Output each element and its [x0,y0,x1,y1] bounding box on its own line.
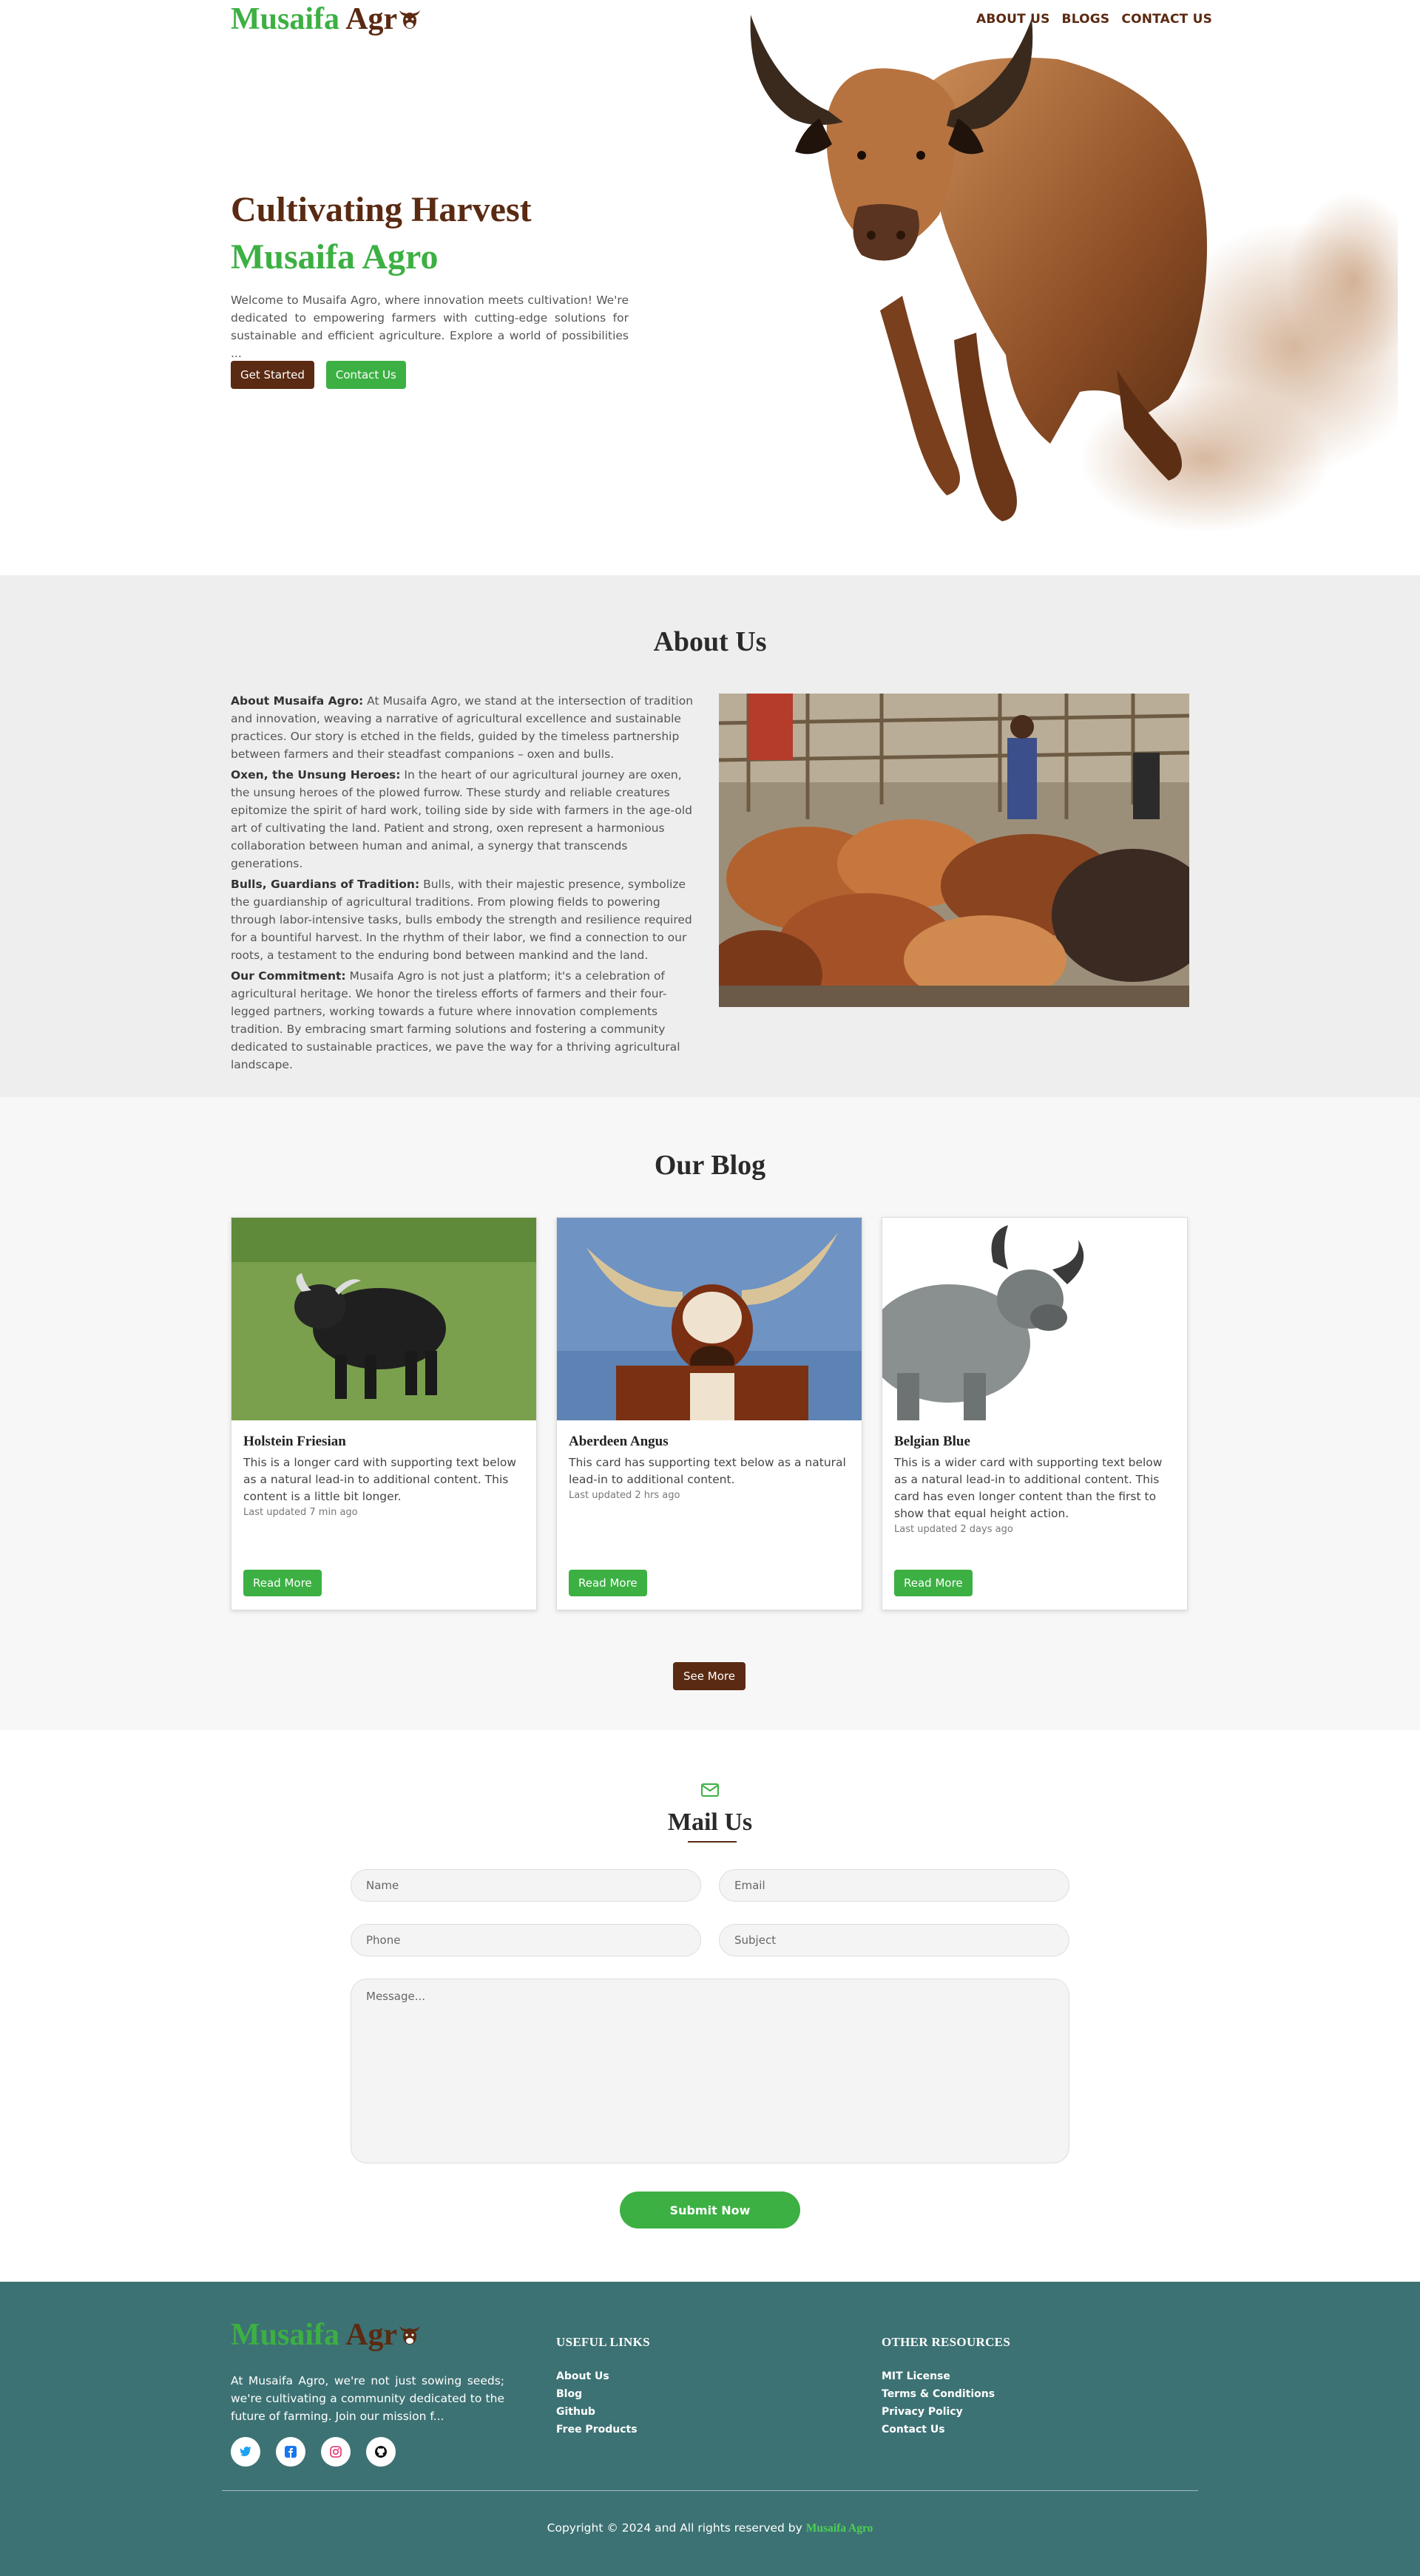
hero-title-line2: Musaifa Agro [231,237,439,277]
card-title: Aberdeen Angus [569,1434,669,1449]
card-title: Holstein Friesian [243,1434,346,1449]
instagram-icon[interactable] [321,2437,351,2467]
see-more-button[interactable]: See More [673,1662,746,1690]
card-text: This is a wider card with supporting tex… [894,1456,1163,1520]
blog-card: Belgian Blue This is a wider card with s… [882,1217,1188,1610]
read-more-button[interactable]: Read More [243,1570,322,1596]
belgian-blue-photo [882,1218,1187,1420]
logo-text-brown: Agr [345,2,398,36]
card-updated: Last updated 2 days ago [894,1524,1013,1535]
card-text: This card has supporting text below as a… [569,1456,846,1486]
footer-link-free-products[interactable]: Free Products [556,2421,650,2438]
message-field[interactable] [351,1979,1069,2163]
blog-card: Holstein Friesian This is a longer card … [231,1217,537,1610]
footer-link-contact-us[interactable]: Contact Us [882,2421,1010,2438]
logo-text-green: Musaifa [231,2,339,36]
card-title: Belgian Blue [894,1434,970,1449]
mail-title: Mail Us [667,1809,753,1836]
useful-links-title: USEFUL LINKS [556,2335,650,2349]
hero-buttons: Get Started Contact Us [231,361,406,389]
subject-field[interactable] [719,1924,1069,1956]
blog-cards: Holstein Friesian This is a longer card … [231,1217,1188,1610]
social-links [231,2437,396,2467]
other-resources: OTHER RESOURCES MIT License Terms & Cond… [882,2335,1010,2438]
footer-divider [222,2490,1198,2491]
about-title: About Us [653,626,767,657]
footer-link-privacy[interactable]: Privacy Policy [882,2403,1010,2421]
read-more-button[interactable]: Read More [894,1570,973,1596]
useful-links: USEFUL LINKS About Us Blog Github Free P… [556,2335,650,2438]
phone-field[interactable] [351,1924,701,1956]
footer-link-github[interactable]: Github [556,2403,650,2421]
footer-logo[interactable]: Musaifa Agr [231,2317,422,2353]
card-body: Belgian Blue This is a wider card with s… [882,1420,1187,1535]
get-started-button[interactable]: Get Started [231,361,314,389]
about-paragraph: About Musaifa Agro: At Musaifa Agro, we … [231,694,694,761]
about-text: About Musaifa Agro: At Musaifa Agro, we … [231,692,698,1077]
mail-section: Mail Us Submit Now [0,1730,1420,2282]
blog-section: Our Blog Holstein Friesian This is a lon… [0,1097,1420,1730]
aberdeen-angus-photo [557,1218,862,1420]
holstein-friesian-photo [231,1218,536,1420]
about-section: About Us About Musaifa Agro: At Musaifa … [0,575,1420,1097]
other-resources-title: OTHER RESOURCES [882,2335,1011,2349]
facebook-icon[interactable] [276,2437,305,2467]
bull-head-icon [399,2326,421,2345]
hero-section: Musaifa Agr ABOUT US BLOGS CONTACT US Cu… [0,0,1420,575]
copyright-brand[interactable]: Musaifa Agro [806,2522,873,2535]
about-paragraph: Oxen, the Unsung Heroes: In the heart of… [231,768,692,870]
footer-about-text: At Musaifa Agro, we're not just sowing s… [231,2374,504,2423]
about-paragraph: Bulls, Guardians of Tradition: Bulls, wi… [231,878,692,962]
site-footer: Musaifa Agr At Musaifa Agro, we're not j… [0,2282,1420,2576]
site-logo[interactable]: Musaifa Agr [231,1,422,37]
card-body: Aberdeen Angus This card has supporting … [557,1420,862,1501]
contact-us-button[interactable]: Contact Us [325,361,406,389]
card-updated: Last updated 7 min ago [243,1507,358,1518]
hero-description: Welcome to Musaifa Agro, where innovatio… [231,294,629,360]
card-text: This is a longer card with supporting te… [243,1456,517,1503]
footer-link-about-us[interactable]: About Us [556,2367,650,2385]
hero-title-line1: Cultivating Harvest [231,190,532,229]
bull-head-icon [399,10,421,29]
email-field[interactable] [719,1869,1069,1902]
footer-link-blog[interactable]: Blog [556,2385,650,2403]
read-more-button[interactable]: Read More [569,1570,647,1596]
twitter-icon[interactable] [231,2437,260,2467]
logo-text-green: Musaifa [231,2318,339,2352]
github-icon[interactable] [366,2437,396,2467]
blog-card: Aberdeen Angus This card has supporting … [556,1217,862,1610]
title-underline [688,1841,737,1843]
envelope-icon [701,1783,719,1797]
hero-bull-image [750,15,1398,532]
copyright: Copyright © 2024 and All rights reserved… [547,2521,873,2535]
footer-link-mit-license[interactable]: MIT License [882,2367,1010,2385]
about-paragraph: Our Commitment: Musaifa Agro is not just… [231,969,680,1071]
footer-link-terms[interactable]: Terms & Conditions [882,2385,1010,2403]
hero-title: Cultivating Harvest Musaifa Agro [231,186,532,281]
name-field[interactable] [351,1869,701,1902]
blog-title: Our Blog [654,1150,766,1181]
submit-button[interactable]: Submit Now [620,2192,800,2228]
card-body: Holstein Friesian This is a longer card … [231,1420,536,1518]
card-updated: Last updated 2 hrs ago [569,1490,680,1501]
cattle-market-photo [719,694,1189,1007]
logo-text-brown: Agr [345,2318,398,2352]
